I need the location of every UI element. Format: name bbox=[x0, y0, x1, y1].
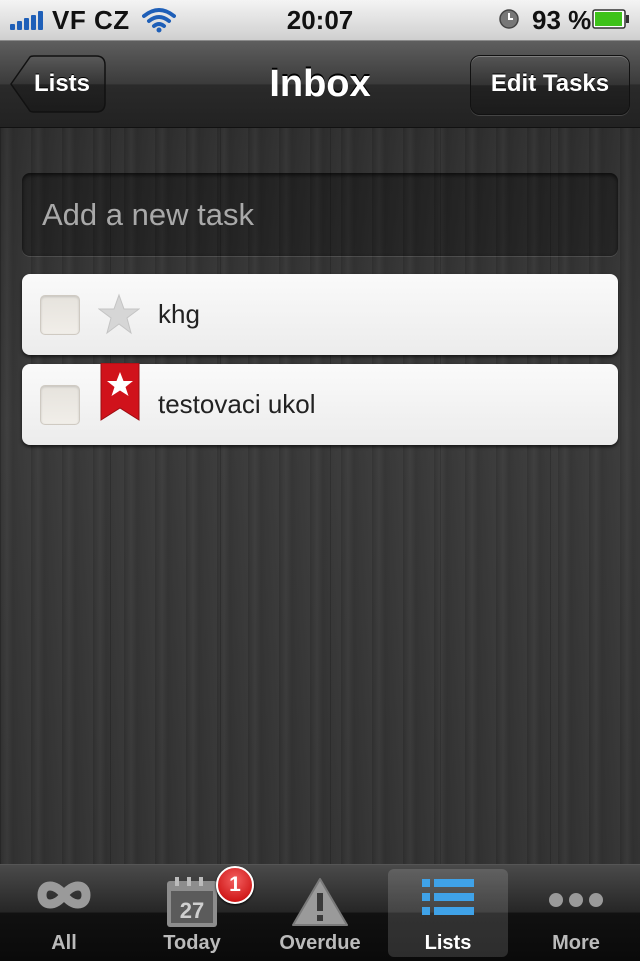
tab-label: Today bbox=[163, 932, 221, 954]
battery-percent: 93 % bbox=[532, 5, 592, 35]
tab-label: Overdue bbox=[279, 932, 361, 954]
task-title: testovaci ukol bbox=[158, 389, 316, 419]
tab-bar: All 27 Today Overdue Lists More bbox=[0, 864, 640, 961]
tab-overdue[interactable]: Overdue bbox=[260, 869, 380, 957]
tab-label: All bbox=[51, 932, 77, 954]
more-dots-icon bbox=[549, 893, 603, 907]
add-task-input[interactable] bbox=[22, 173, 618, 256]
infinity-icon bbox=[37, 881, 91, 909]
battery-icon bbox=[592, 9, 629, 29]
tab-lists[interactable]: Lists bbox=[388, 869, 508, 957]
task-list-area: khg testovaci ukol bbox=[0, 128, 640, 864]
task-checkbox[interactable] bbox=[40, 295, 80, 335]
task-title: khg bbox=[158, 299, 200, 329]
calendar-icon: 27 bbox=[167, 877, 217, 927]
tab-all[interactable]: All bbox=[4, 869, 124, 957]
today-count-badge: 1 bbox=[216, 866, 254, 904]
task-row[interactable]: testovaci ukol bbox=[22, 363, 618, 445]
navigation-bar: Lists Inbox Edit Tasks bbox=[0, 41, 640, 128]
edit-tasks-button[interactable]: Edit Tasks bbox=[470, 55, 630, 115]
alarm-clock-icon bbox=[499, 9, 519, 29]
svg-text:27: 27 bbox=[180, 898, 204, 923]
task-checkbox[interactable] bbox=[40, 385, 80, 425]
status-bar: VF CZ 20:07 93 % bbox=[0, 0, 640, 41]
warning-icon bbox=[292, 878, 348, 926]
tab-label: More bbox=[552, 932, 600, 954]
starred-ribbon-icon[interactable] bbox=[100, 363, 140, 421]
task-row[interactable]: khg bbox=[22, 274, 618, 355]
list-icon bbox=[422, 879, 474, 915]
tab-label: Lists bbox=[424, 932, 472, 954]
tab-more[interactable]: More bbox=[516, 869, 636, 957]
star-outline-icon[interactable] bbox=[98, 293, 140, 335]
